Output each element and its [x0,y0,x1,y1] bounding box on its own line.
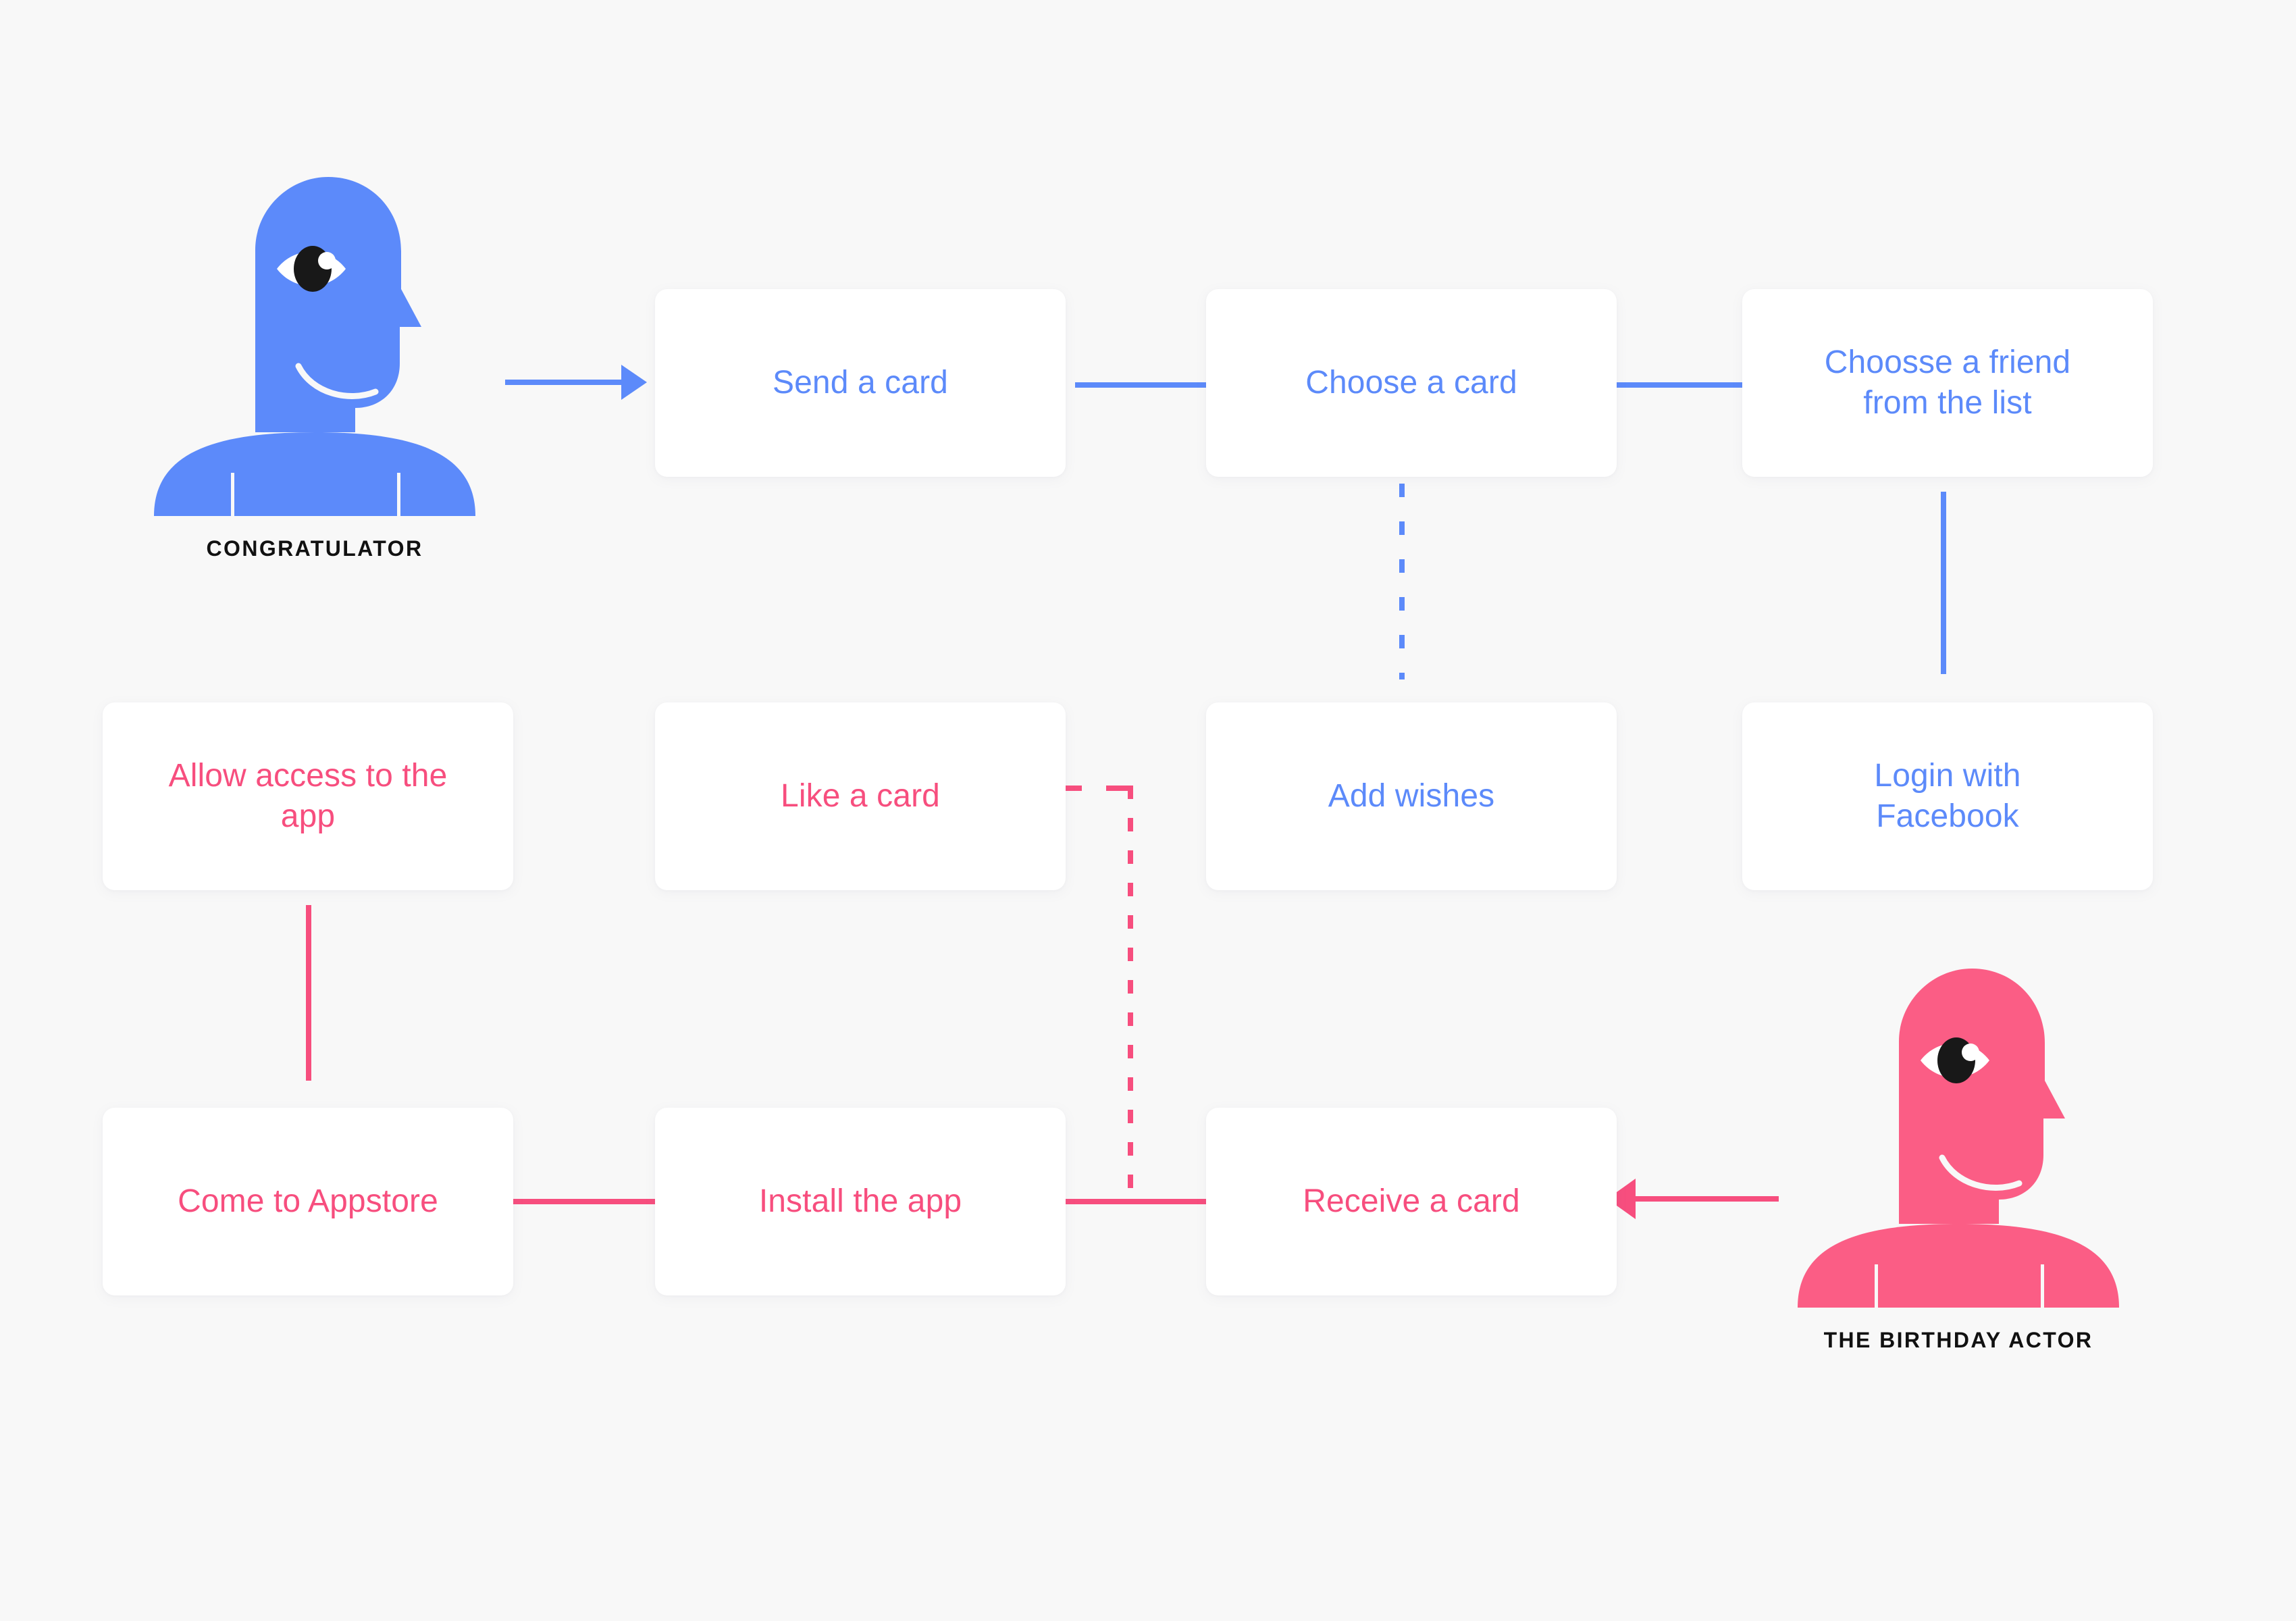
card-label: Choosse a friend from the list [1824,344,2071,421]
card-label: Choose a card [1305,364,1517,401]
card-like-a-card[interactable]: Like a card [655,702,1066,890]
connector-friend-to-login [1941,492,1946,674]
birthday-actor-body [1798,1224,2119,1308]
connector-like-card-vertical [1128,786,1133,1202]
congratulator-right-arm-seam [397,473,400,516]
arrow-congratulator-to-send-a-card [505,365,647,400]
birthday-actor-left-arm-seam [1875,1264,1878,1308]
birthday-actor-illustration [1798,969,2119,1308]
card-label: Come to Appstore [178,1183,438,1219]
card-label: Install the app [758,1183,962,1219]
congratulator-illustration [154,177,475,516]
card-send-a-card[interactable]: Send a card [655,289,1066,477]
card-label: Receive a card [1303,1183,1520,1219]
connector-choose-card-to-add-wishes [1399,484,1405,679]
card-label: Add wishes [1328,777,1495,814]
connector-appstore-to-install [513,1199,655,1204]
card-receive-a-card[interactable]: Receive a card [1206,1108,1617,1295]
congratulator-body [154,432,475,516]
connector-send-to-choose-card [1075,382,1210,388]
card-choose-a-friend-from-the-list[interactable]: Choosse a friend from the list [1742,289,2153,477]
persona-congratulator: CONGRATULATOR [132,168,497,561]
card-install-the-app[interactable]: Install the app [655,1108,1066,1295]
card-label: Login with Facebook [1874,757,2021,834]
card-label: Allow access to the app [168,757,448,834]
card-come-to-appstore[interactable]: Come to Appstore [103,1108,513,1295]
card-login-with-facebook[interactable]: Login with Facebook [1742,702,2153,890]
persona-birthday-actor: THE BIRTHDAY ACTOR [1776,959,2141,1353]
flow-diagram-canvas: Send a card Choose a card Choosse a frie… [0,0,2296,1621]
connector-like-card-horizontal [1059,786,1133,791]
connector-allow-to-appstore [306,905,311,1081]
card-add-wishes[interactable]: Add wishes [1206,702,1617,890]
arrow-birthday-actor-to-receive-a-card [1607,1179,1779,1219]
birthday-actor-eye-highlight [1962,1044,1979,1061]
congratulator-eye-highlight [318,252,336,269]
congratulator-left-arm-seam [231,473,234,516]
connector-choose-card-to-friend [1610,382,1745,388]
persona-label-birthday-actor: THE BIRTHDAY ACTOR [1823,1328,2093,1352]
card-choose-a-card[interactable]: Choose a card [1206,289,1617,477]
card-label: Like a card [781,777,940,814]
persona-label-congratulator: CONGRATULATOR [206,536,423,561]
birthday-actor-right-arm-seam [2041,1264,2044,1308]
card-label: Send a card [773,364,948,401]
card-allow-access-to-the-app[interactable]: Allow access to the app [103,702,513,890]
